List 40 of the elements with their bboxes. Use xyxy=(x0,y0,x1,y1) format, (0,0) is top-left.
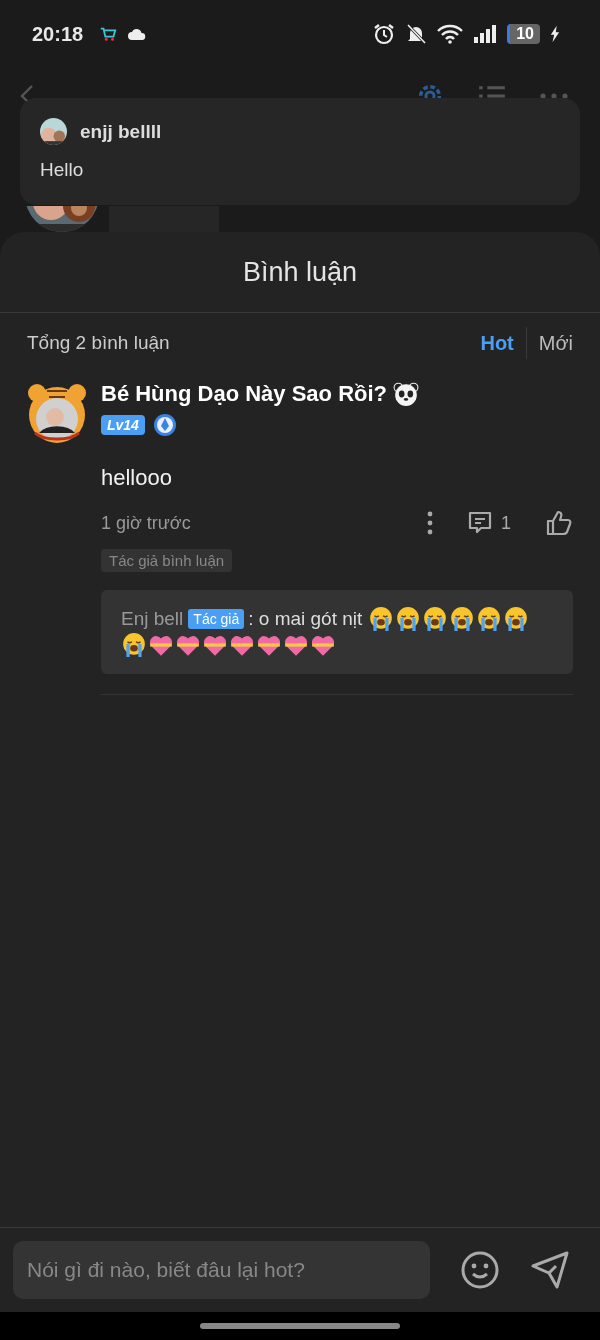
commenter-name[interactable]: Bé Hùng Dạo Này Sao Rồi? xyxy=(101,381,388,407)
charging-bolt-icon xyxy=(550,25,560,43)
cart-icon xyxy=(99,25,118,43)
sort-tab[interactable]: Hot xyxy=(480,331,514,355)
crying-face-icon xyxy=(395,606,422,632)
emoji-icon[interactable] xyxy=(460,1250,500,1290)
sheet-title: Bình luận xyxy=(0,232,600,313)
muted-bell-icon xyxy=(405,23,428,45)
comment-count: Tổng 2 bình luận xyxy=(27,332,170,354)
notification-message: Hello xyxy=(40,159,85,181)
cloud-icon xyxy=(127,27,148,41)
reply-text: : o mai gót nịt xyxy=(248,607,363,631)
wifi-icon xyxy=(437,24,464,44)
comment-input[interactable]: Nói gì đi nào, biết đâu lại hot? xyxy=(13,1241,430,1299)
sort-tab[interactable]: Mới xyxy=(538,331,573,355)
send-icon[interactable] xyxy=(530,1250,570,1290)
level-badge: Lv14 xyxy=(101,415,145,435)
signal-icon xyxy=(473,24,498,44)
crying-face-icon xyxy=(449,606,476,632)
crying-face-icon xyxy=(422,606,449,632)
notification-sender: enjj bellll xyxy=(80,120,162,143)
like-icon[interactable] xyxy=(545,509,573,537)
rank-badge-icon xyxy=(152,413,177,437)
status-time: 20:18 xyxy=(32,22,84,46)
crying-face-icon xyxy=(368,606,395,632)
crying-face-icon xyxy=(476,606,503,632)
crying-face-icon xyxy=(121,632,147,658)
crying-face-icon xyxy=(503,606,530,632)
panda-icon xyxy=(393,381,420,407)
comment-time: 1 giờ trước xyxy=(101,512,191,534)
comment-text: hellooo xyxy=(101,465,173,491)
reply-count: 1 xyxy=(501,512,511,534)
reply-author[interactable]: Enj bell xyxy=(121,606,184,632)
battery-indicator: 10 xyxy=(507,24,540,44)
alarm-clock-icon xyxy=(373,23,396,45)
notification-banner[interactable]: enjj bellll Hello xyxy=(20,98,580,205)
comment-icon[interactable] xyxy=(467,510,493,536)
more-icon[interactable] xyxy=(427,511,433,535)
author-badge: Tác giả xyxy=(188,609,245,629)
author-tag: Tác giả bình luận xyxy=(101,549,233,572)
